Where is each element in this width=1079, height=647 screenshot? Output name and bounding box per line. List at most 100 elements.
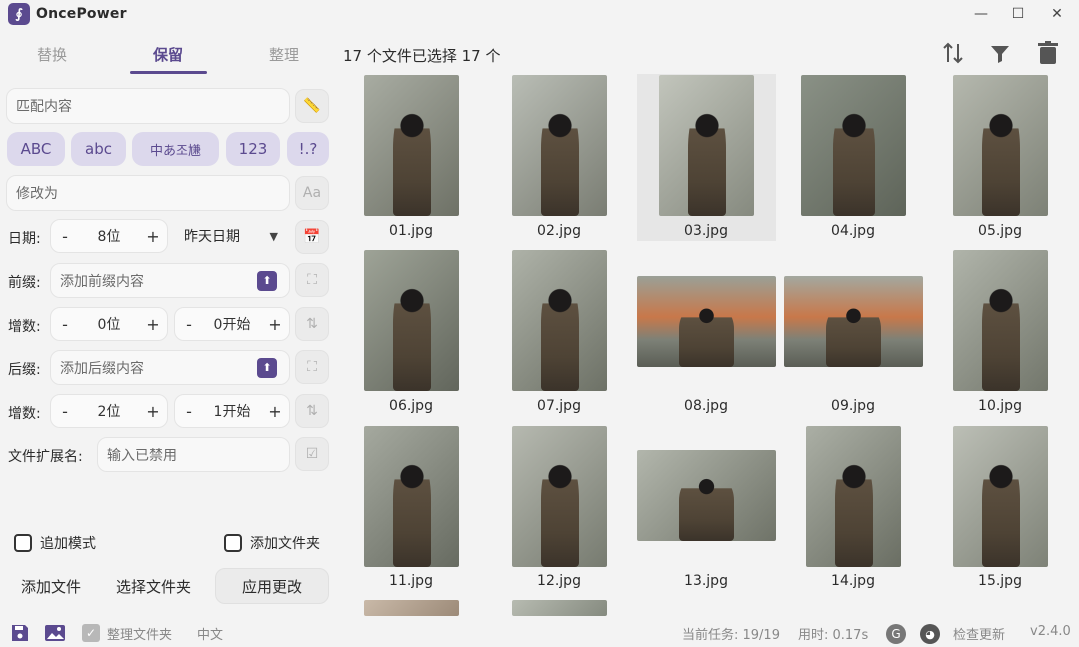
check-update-button[interactable]: 检查更新 <box>953 624 1005 643</box>
thumbnail[interactable] <box>512 250 607 391</box>
tab-organize[interactable]: 整理 <box>244 44 324 65</box>
chip-cjk[interactable]: 中あ조尲 <box>132 132 219 166</box>
task-status: 当前任务: 19/19 <box>682 628 780 643</box>
calendar-icon[interactable]: 📅 <box>295 220 329 254</box>
maximize-button[interactable]: ☐ <box>1006 3 1030 25</box>
app-logo: ∮ <box>8 3 30 25</box>
checkbox-box[interactable] <box>224 534 242 552</box>
decrement-button[interactable]: - <box>182 315 196 334</box>
decrement-button[interactable]: - <box>58 402 72 421</box>
sort-numeric-icon[interactable]: ⇅ <box>295 394 329 428</box>
thumbnail[interactable] <box>953 75 1048 216</box>
file-name: 10.jpg <box>978 398 1022 414</box>
prefix-input[interactable]: 添加前缀内容 ⬆ <box>50 263 290 298</box>
app-title: OncePower <box>36 6 127 22</box>
trash-icon[interactable] <box>1037 41 1059 65</box>
thumbnail[interactable] <box>953 426 1048 567</box>
increment-button[interactable]: + <box>268 402 282 421</box>
increment-digits-stepper[interactable]: - 0位 + <box>50 307 168 341</box>
sort-numeric-icon[interactable]: ⇅ <box>295 307 329 341</box>
checkbox-icon[interactable]: ☑ <box>295 437 329 471</box>
thumbnail[interactable] <box>806 426 901 567</box>
font-case-icon[interactable]: Aa <box>295 176 329 210</box>
select-folder-button[interactable]: 选择文件夹 <box>103 568 204 604</box>
image-icon[interactable] <box>44 624 66 642</box>
increment-button[interactable]: + <box>268 315 282 334</box>
thumbnail[interactable] <box>637 276 776 367</box>
chevron-down-icon: ▼ <box>269 229 278 243</box>
append-mode-checkbox[interactable]: 追加模式 <box>14 533 96 553</box>
language-button[interactable]: 中文 <box>197 624 223 643</box>
match-content-input[interactable]: 匹配内容 <box>6 88 290 124</box>
add-folder-label: 添加文件夹 <box>250 536 320 552</box>
increment-digits-stepper[interactable]: - 2位 + <box>50 394 168 428</box>
date-select[interactable]: 昨天日期 ▼ <box>176 219 286 253</box>
thumbnail[interactable] <box>784 276 923 367</box>
increment-button[interactable]: + <box>146 402 160 421</box>
chip-uppercase[interactable]: ABC <box>7 132 65 166</box>
frame-icon[interactable]: ⛶ <box>295 350 329 384</box>
file-name: 04.jpg <box>831 223 875 239</box>
thumbnail[interactable] <box>512 600 607 616</box>
version-label: v2.4.0 <box>1030 624 1071 639</box>
thumbnail[interactable] <box>364 75 459 216</box>
organize-checkbox[interactable]: ✓ <box>82 624 100 642</box>
add-folder-checkbox[interactable]: 添加文件夹 <box>224 533 320 553</box>
thumbnail[interactable] <box>953 250 1048 391</box>
sort-icon[interactable] <box>940 40 966 66</box>
file-name: 03.jpg <box>684 223 728 239</box>
suffix-input[interactable]: 添加后缀内容 ⬆ <box>50 350 290 385</box>
suffix-label: 后缀: <box>8 362 41 378</box>
chip-lowercase[interactable]: abc <box>71 132 126 166</box>
increment-start-stepper[interactable]: - 0开始 + <box>174 307 290 341</box>
tab-keep[interactable]: 保留 <box>128 44 208 65</box>
thumbnail[interactable] <box>659 75 754 216</box>
thumbnail[interactable] <box>637 450 776 541</box>
chip-digits[interactable]: 123 <box>226 132 280 166</box>
file-name: 01.jpg <box>389 223 433 239</box>
thumbnail[interactable] <box>512 75 607 216</box>
date-select-value: 昨天日期 <box>184 229 240 245</box>
thumbnail[interactable] <box>364 250 459 391</box>
stepper-value: 0位 <box>97 317 121 333</box>
increment-button[interactable]: + <box>146 227 160 246</box>
checkbox-box[interactable] <box>14 534 32 552</box>
thumbnail[interactable] <box>801 75 906 216</box>
increment-start-stepper[interactable]: - 1开始 + <box>174 394 290 428</box>
add-files-button[interactable]: 添加文件 <box>7 568 95 604</box>
extension-input[interactable]: 输入已禁用 <box>97 437 290 472</box>
elapsed-time: 用时: 0.17s <box>798 628 869 643</box>
decrement-button[interactable]: - <box>58 227 72 246</box>
suffix-placeholder: 添加后缀内容 <box>60 360 144 377</box>
thumbnail[interactable] <box>364 600 459 616</box>
file-name: 13.jpg <box>684 573 728 589</box>
thumbnail[interactable] <box>364 426 459 567</box>
decrement-button[interactable]: - <box>182 402 196 421</box>
ruler-icon[interactable]: 📏 <box>295 89 329 123</box>
tab-replace[interactable]: 替换 <box>12 44 92 65</box>
gitee-icon[interactable]: G <box>886 624 906 644</box>
github-icon[interactable]: ◕ <box>920 624 940 644</box>
thumbnail[interactable] <box>512 426 607 567</box>
file-name: 09.jpg <box>831 398 875 414</box>
chip-symbols[interactable]: !.? <box>287 132 329 166</box>
apply-changes-button[interactable]: 应用更改 <box>215 568 329 604</box>
modify-to-input[interactable]: 修改为 <box>6 175 290 211</box>
filter-icon[interactable] <box>988 42 1012 66</box>
file-name: 08.jpg <box>684 398 728 414</box>
save-icon[interactable] <box>11 624 29 642</box>
close-button[interactable]: ✕ <box>1045 3 1069 25</box>
file-name: 11.jpg <box>389 573 433 589</box>
extension-label: 文件扩展名: <box>8 449 83 465</box>
upload-icon[interactable]: ⬆ <box>257 270 277 291</box>
decrement-button[interactable]: - <box>58 315 72 334</box>
increment-label: 增数: <box>8 319 41 335</box>
date-digits-stepper[interactable]: - 8位 + <box>50 219 168 253</box>
frame-icon[interactable]: ⛶ <box>295 263 329 297</box>
upload-icon[interactable]: ⬆ <box>257 357 277 378</box>
minimize-button[interactable]: — <box>969 3 993 25</box>
append-mode-label: 追加模式 <box>40 536 96 552</box>
organize-folder-label: 整理文件夹 <box>107 628 173 643</box>
increment-button[interactable]: + <box>146 315 160 334</box>
stepper-value: 8位 <box>97 229 121 245</box>
